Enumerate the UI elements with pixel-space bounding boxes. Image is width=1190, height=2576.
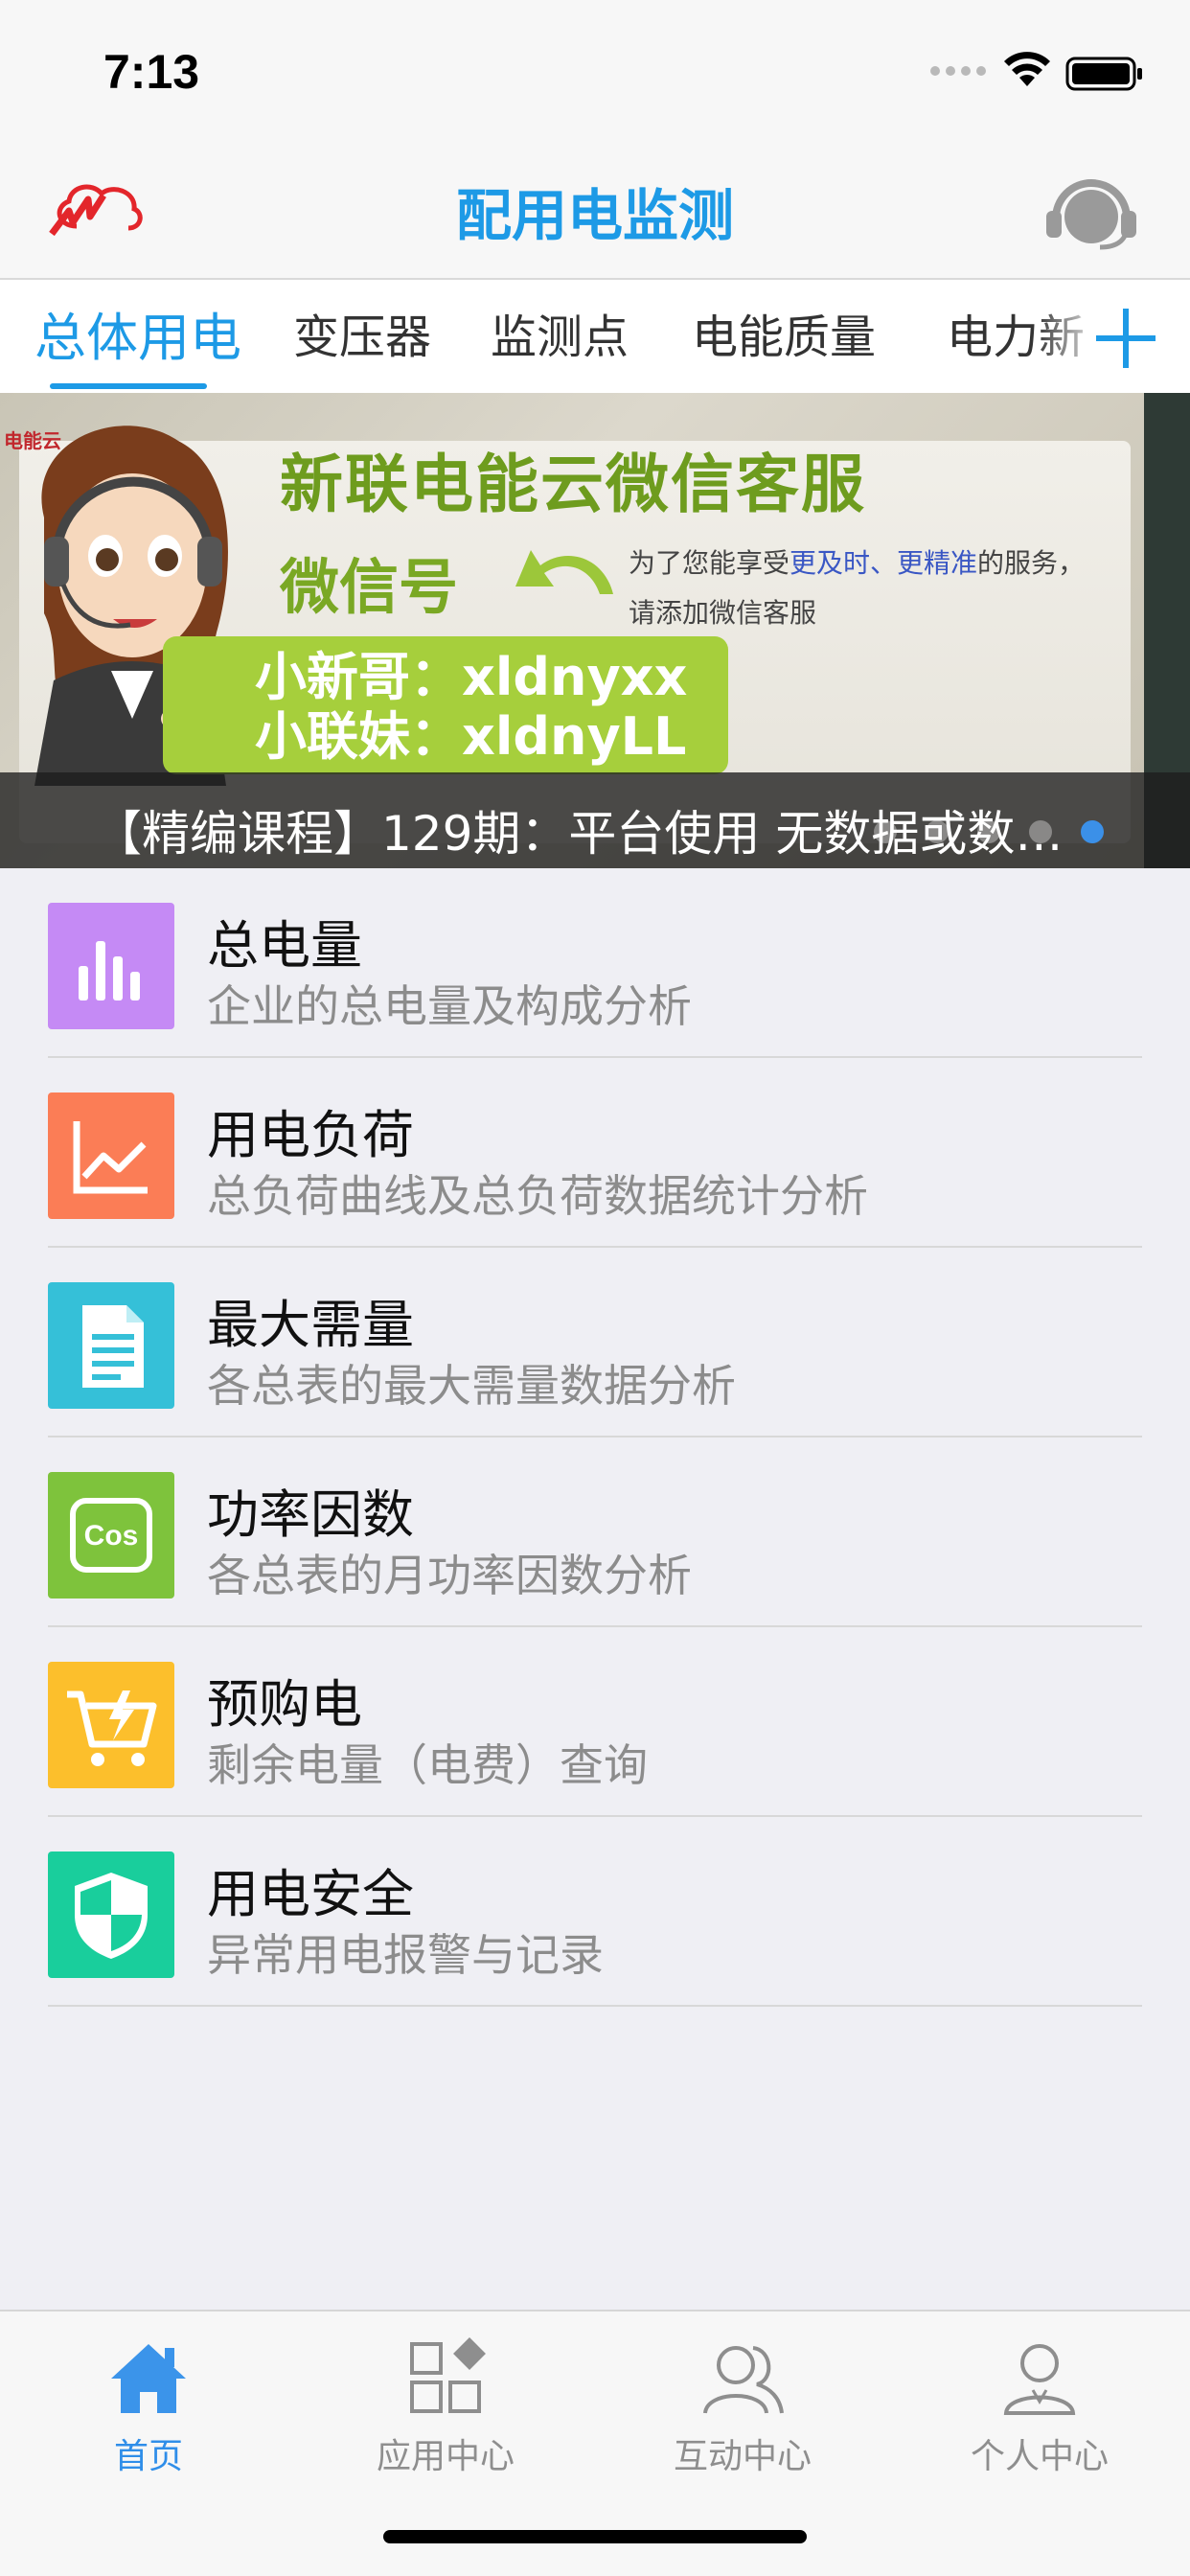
tabbar-label: 首页 — [113, 2437, 183, 2476]
function-menu: 总电量 企业的总电量及构成分析 用电负荷 总负荷曲线及总负荷数据统计分析 最大需… — [0, 868, 1190, 2007]
banner-page-indicator — [874, 820, 1133, 847]
menu-item-subtitle: 各总表的最大需量数据分析 — [207, 1360, 736, 1412]
menu-item-total-power[interactable]: 总电量 企业的总电量及构成分析 — [0, 868, 1190, 1058]
page-title: 配用电监测 — [455, 183, 734, 248]
wifi-icon — [1004, 52, 1050, 86]
battery-icon — [1065, 57, 1142, 91]
banner-wechat-ids: 小新哥：xldnyxx 小联妹：xldnyLL — [163, 636, 728, 774]
banner-dot-active[interactable] — [1081, 820, 1104, 843]
home-icon — [111, 2344, 186, 2413]
menu-item-title: 总电量 — [207, 915, 362, 976]
tabbar-label: 个人中心 — [970, 2437, 1109, 2476]
shield-icon — [48, 1852, 174, 1978]
document-icon — [48, 1282, 174, 1409]
menu-item-power-safety[interactable]: 用电安全 异常用电报警与记录 — [0, 1817, 1190, 2007]
menu-item-title: 用电负荷 — [207, 1105, 414, 1165]
banner-dot[interactable] — [977, 820, 1000, 843]
banner-dot[interactable] — [1029, 820, 1052, 843]
banner-note-line2: 请添加微信客服 — [629, 597, 817, 629]
navigation-bar: 配用电监测 — [0, 144, 1190, 280]
active-tab-indicator — [50, 383, 207, 389]
apps-icon — [410, 2337, 486, 2413]
menu-item-subtitle: 总负荷曲线及总负荷数据统计分析 — [207, 1170, 868, 1222]
bar-chart-icon — [48, 903, 174, 1029]
banner-carousel[interactable]: 电能云 新联电能云微信客服 微信号 为了您能享受更及时、更精准的服务， 请添加微… — [0, 393, 1190, 868]
cos-icon-text: Cos — [84, 1520, 139, 1552]
menu-item-title: 最大需量 — [207, 1295, 414, 1355]
banner-note-suffix: 的服务， — [977, 547, 1086, 579]
curved-arrow-icon — [515, 550, 613, 594]
menu-item-power-factor[interactable]: Cos 功率因数 各总表的月功率因数分析 — [0, 1438, 1190, 1627]
banner-dot[interactable] — [874, 820, 897, 843]
banner-note-prefix: 为了您能享受 — [629, 547, 790, 579]
menu-item-max-demand[interactable]: 最大需量 各总表的最大需量数据分析 — [0, 1248, 1190, 1438]
cart-lightning-icon — [48, 1662, 174, 1788]
tabbar-apps[interactable]: 应用中心 — [350, 2334, 541, 2478]
cos-icon: Cos — [48, 1472, 174, 1598]
banner-note: 为了您能享受更及时、更精准的服务， 请添加微信客服 — [629, 539, 1127, 638]
tab-monitor-point[interactable]: 监测点 — [491, 299, 629, 366]
menu-item-subtitle: 剩余电量（电费）查询 — [207, 1739, 648, 1791]
divider — [48, 2005, 1142, 2007]
home-indicator[interactable] — [383, 2530, 807, 2543]
banner-wechat-id-2: 小联妹：xldnyLL — [255, 706, 687, 767]
status-time: 7:13 — [103, 45, 200, 99]
banner-note-highlight: 更及时、更精准 — [790, 547, 978, 579]
person-icon — [1003, 2344, 1076, 2415]
tabbar-label: 应用中心 — [376, 2437, 515, 2476]
banner-dot[interactable] — [926, 820, 949, 843]
menu-item-subtitle: 各总表的月功率因数分析 — [207, 1550, 692, 1601]
tab-overall-power[interactable]: 总体用电 — [34, 295, 241, 371]
tab-transformer[interactable]: 变压器 — [293, 299, 431, 366]
tab-power-quality[interactable]: 电能质量 — [692, 299, 876, 366]
people-icon — [703, 2346, 784, 2414]
line-chart-icon — [48, 1092, 174, 1219]
menu-item-title: 功率因数 — [207, 1484, 414, 1545]
status-bar: 7:13 — [0, 0, 1190, 144]
tabbar-profile[interactable]: 个人中心 — [944, 2334, 1135, 2478]
tabbar-interaction[interactable]: 互动中心 — [647, 2334, 838, 2478]
banner-wechat-id-1: 小新哥：xldnyxx — [255, 647, 688, 707]
menu-item-prepaid-power[interactable]: 预购电 剩余电量（电费）查询 — [0, 1627, 1190, 1817]
category-tabs: 总体用电 变压器 监测点 电能质量 电力新 — [0, 280, 1190, 393]
add-tab-icon[interactable] — [1092, 305, 1159, 372]
tabbar-label: 互动中心 — [673, 2437, 812, 2476]
cellular-signal-icon — [930, 66, 986, 76]
menu-item-subtitle: 异常用电报警与记录 — [207, 1929, 604, 1981]
menu-item-subtitle: 企业的总电量及构成分析 — [207, 980, 692, 1032]
menu-item-title: 预购电 — [207, 1674, 362, 1735]
menu-item-title: 用电安全 — [207, 1864, 414, 1924]
banner-headline: 新联电能云微信客服 — [280, 448, 866, 521]
app-screen: 7:13 配用电监测 总体用电 变压器 监测点 电能质量 电力新 电能云 新联电… — [0, 0, 1190, 2576]
menu-item-power-load[interactable]: 用电负荷 总负荷曲线及总负荷数据统计分析 — [0, 1058, 1190, 1248]
tabbar-home[interactable]: 首页 — [53, 2334, 244, 2478]
banner-wechat-label: 微信号 — [280, 552, 459, 622]
customer-service-icon[interactable] — [1042, 172, 1140, 251]
